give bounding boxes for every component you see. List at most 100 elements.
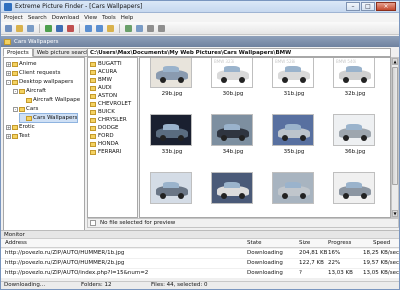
thumbnail-image[interactable] [211, 172, 253, 204]
tree-item[interactable]: - Cars [13, 105, 38, 113]
tree-item[interactable]: Cars Wallpapers [18, 113, 79, 123]
toolbar-separator [119, 23, 120, 33]
folder-item[interactable]: DODGE [90, 124, 119, 132]
thumbnail-image[interactable] [150, 58, 192, 88]
expand-toggle-icon[interactable]: - [13, 106, 18, 112]
close-button[interactable]: × [376, 2, 396, 11]
thumbnail-image[interactable] [211, 114, 253, 146]
thumbnail[interactable]: BMW 323i 30b.jpg [205, 58, 261, 108]
tree-item-label: Cars Wallpapers [33, 115, 78, 121]
folder-item-label: BMW [98, 77, 112, 83]
thumbnail-filename: 31b.jpg [283, 91, 305, 97]
menu-tools[interactable]: Tools [102, 15, 116, 21]
start-icon [45, 24, 52, 32]
back-button[interactable] [84, 24, 93, 33]
column-state[interactable]: State [247, 240, 262, 246]
maximize-button[interactable]: □ [361, 2, 375, 11]
thumbnail[interactable] [327, 172, 383, 217]
download-row[interactable]: http://povezlo.ru/ZIP/AUTO/HUMMER/1b.jpg… [1, 249, 399, 258]
thumbnail-image[interactable]: BMW 528i [272, 58, 314, 88]
thumbnail[interactable] [266, 172, 322, 217]
tree-item[interactable]: + Erotic [6, 123, 35, 131]
menu-view[interactable]: View [84, 15, 97, 21]
tree-item[interactable]: - Aircraft [13, 87, 46, 95]
column-address[interactable]: Address [5, 240, 27, 246]
menu-help[interactable]: Help [121, 15, 134, 21]
thumbnail[interactable] [205, 172, 261, 217]
folder-item[interactable]: BMW [90, 76, 112, 84]
pause-icon [56, 24, 63, 32]
back-icon [85, 24, 92, 32]
folder-item[interactable]: AUDI [90, 84, 112, 92]
menu-project[interactable]: Project [4, 15, 23, 21]
thumbnail[interactable]: 35b.jpg [266, 114, 322, 166]
folder-item[interactable]: FERRARI [90, 148, 121, 156]
folder-item[interactable]: CHRYSLER [90, 116, 127, 124]
folder-item[interactable]: HONDA [90, 140, 118, 148]
thumbnail-image[interactable] [272, 114, 314, 146]
thumbnail-image[interactable] [333, 172, 375, 204]
scroll-thumb[interactable] [392, 67, 398, 185]
thumbnail-image[interactable] [150, 114, 192, 146]
expand-toggle-icon[interactable]: - [13, 88, 18, 94]
slideshow-button[interactable] [124, 24, 133, 33]
thumbnail[interactable]: 34b.jpg [205, 114, 261, 166]
column-progress[interactable]: Progress [328, 240, 351, 246]
folder-item[interactable]: ASTON [90, 92, 117, 100]
pause-button[interactable] [55, 24, 64, 33]
column-speed[interactable]: Speed [373, 240, 390, 246]
up-folder-button[interactable] [106, 24, 115, 33]
thumbnail[interactable]: 29b.jpg [144, 58, 200, 108]
tree-item[interactable]: + Client requests [6, 69, 60, 77]
download-progress: 13,03 KB [328, 270, 353, 276]
thumbnail[interactable] [144, 172, 200, 217]
thumbnail-image[interactable]: BMW 323i [211, 58, 253, 88]
car-wheel [361, 193, 367, 199]
stop-button[interactable] [66, 24, 75, 33]
folder-item[interactable]: BUICK [90, 108, 115, 116]
thumbnail-image[interactable]: BMW 540i [333, 58, 375, 88]
tab-web-picture-search[interactable]: Web picture search [32, 48, 94, 57]
thumbnail[interactable]: BMW 540i 32b.jpg [327, 58, 383, 108]
thumbnail[interactable]: BMW 528i 31b.jpg [266, 58, 322, 108]
tree-item[interactable]: + Test [6, 132, 30, 140]
tree-item[interactable]: Aircraft Wallpape [20, 96, 80, 104]
thumbnail-scrollbar[interactable]: ▲ ▼ [391, 57, 399, 218]
folder-item[interactable]: CHEVROLET [90, 100, 131, 108]
thumbnail[interactable]: 33b.jpg [144, 114, 200, 166]
thumbnail-image[interactable] [333, 114, 375, 146]
options-button[interactable] [157, 24, 166, 33]
tree-item[interactable]: + Anime [6, 60, 37, 68]
download-row[interactable]: http://povezlo.ru/ZIP/AUTO/HUMMER/2b.jpg… [1, 259, 399, 268]
tab-projects[interactable]: Projects [3, 48, 33, 57]
expand-toggle-icon[interactable]: - [6, 79, 11, 85]
thumbnail-image[interactable] [272, 172, 314, 204]
expand-toggle-icon[interactable]: + [6, 133, 11, 139]
column-size[interactable]: Size [299, 240, 310, 246]
scroll-up-icon[interactable]: ▲ [392, 58, 398, 65]
minimize-button[interactable]: – [346, 2, 360, 11]
expand-toggle-icon[interactable]: + [6, 61, 11, 67]
start-button[interactable] [44, 24, 53, 33]
expand-toggle-icon[interactable]: + [6, 70, 11, 76]
folder-item[interactable]: FORD [90, 132, 114, 140]
download-state: Downloading [247, 260, 283, 266]
folder-item[interactable]: ACURA [90, 68, 117, 76]
menu-download[interactable]: Download [52, 15, 79, 21]
thumbnails-button[interactable] [135, 24, 144, 33]
new-project-button[interactable] [4, 24, 13, 33]
folder-icon [19, 106, 25, 112]
thumbnail-image[interactable] [150, 172, 192, 204]
open-button[interactable] [15, 24, 24, 33]
menu-search[interactable]: Search [28, 15, 47, 21]
forward-button[interactable] [95, 24, 104, 33]
tree-item[interactable]: - Desktop wallpapers [6, 78, 73, 86]
scroll-down-icon[interactable]: ▼ [392, 210, 398, 217]
download-row[interactable]: http://povezlo.ru/ZIP/AUTO/index.php?l=1… [1, 269, 399, 278]
view-button[interactable] [146, 24, 155, 33]
folder-item[interactable]: BUGATTI [90, 60, 122, 68]
expand-toggle-icon[interactable]: + [6, 124, 11, 130]
thumbnail[interactable]: 36b.jpg [327, 114, 383, 166]
folder-icon [12, 70, 18, 76]
properties-button[interactable] [26, 24, 35, 33]
